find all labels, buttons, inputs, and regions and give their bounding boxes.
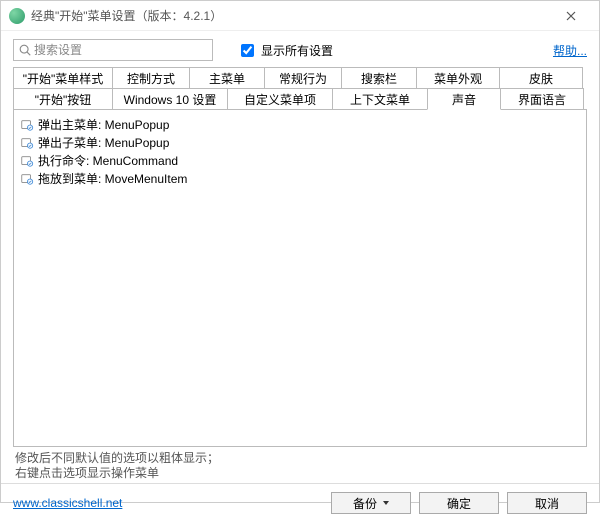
app-icon: [9, 8, 25, 24]
setting-item-label: 拖放到菜单: MoveMenuItem: [38, 171, 187, 187]
footer-line-2: 右键点击选项显示操作菜单: [15, 466, 585, 481]
setting-item[interactable]: 拖放到菜单: MoveMenuItem: [18, 170, 582, 188]
backup-label: 备份: [353, 495, 377, 512]
settings-list: 弹出主菜单: MenuPopup 弹出子菜单: MenuPopup 执行命令: Me…: [13, 109, 587, 447]
tab[interactable]: 搜索栏: [341, 67, 417, 89]
tab[interactable]: "开始"菜单样式: [13, 67, 113, 89]
tab[interactable]: 控制方式: [112, 67, 190, 89]
help-link[interactable]: 帮助...: [553, 42, 587, 59]
chevron-down-icon: [383, 501, 389, 505]
footer-note: 修改后不同默认值的选项以粗体显示； 右键点击选项显示操作菜单: [1, 447, 599, 483]
tab[interactable]: 皮肤: [499, 67, 583, 89]
close-button[interactable]: [551, 2, 591, 30]
sound-setting-icon: [20, 136, 34, 150]
setting-item[interactable]: 执行命令: MenuCommand: [18, 152, 582, 170]
setting-item-label: 弹出子菜单: MenuPopup: [38, 135, 169, 151]
tab[interactable]: 上下文菜单: [332, 88, 428, 110]
tab-row-1: "开始"菜单样式控制方式主菜单常规行为搜索栏菜单外观皮肤: [13, 67, 587, 88]
search-box[interactable]: [13, 39, 213, 61]
sound-setting-icon: [20, 172, 34, 186]
setting-item-label: 弹出主菜单: MenuPopup: [38, 117, 169, 133]
setting-item-label: 执行命令: MenuCommand: [38, 153, 178, 169]
show-all-checkbox[interactable]: 显示所有设置: [237, 41, 333, 60]
tab[interactable]: 界面语言: [500, 88, 584, 110]
backup-button[interactable]: 备份: [331, 492, 411, 514]
window-title: 经典"开始"菜单设置（版本：4.2.1）: [31, 7, 551, 24]
setting-item[interactable]: 弹出主菜单: MenuPopup: [18, 116, 582, 134]
sound-setting-icon: [20, 154, 34, 168]
tab[interactable]: 自定义菜单项: [227, 88, 333, 110]
show-all-input[interactable]: [241, 44, 254, 57]
close-icon: [566, 11, 576, 21]
tab[interactable]: 主菜单: [189, 67, 265, 89]
toolbar: 显示所有设置 帮助...: [1, 31, 599, 67]
tab[interactable]: "开始"按钮: [13, 88, 113, 110]
search-input[interactable]: [32, 42, 208, 58]
tabs: "开始"菜单样式控制方式主菜单常规行为搜索栏菜单外观皮肤 "开始"按钮Windo…: [1, 67, 599, 109]
tab-row-2: "开始"按钮Windows 10 设置自定义菜单项上下文菜单声音界面语言: [13, 88, 587, 109]
show-all-label: 显示所有设置: [261, 42, 333, 59]
ok-button[interactable]: 确定: [419, 492, 499, 514]
titlebar: 经典"开始"菜单设置（版本：4.2.1）: [1, 1, 599, 31]
sound-setting-icon: [20, 118, 34, 132]
tab[interactable]: Windows 10 设置: [112, 88, 228, 110]
setting-item[interactable]: 弹出子菜单: MenuPopup: [18, 134, 582, 152]
website-link[interactable]: www.classicshell.net: [13, 496, 122, 510]
cancel-button[interactable]: 取消: [507, 492, 587, 514]
tab[interactable]: 菜单外观: [416, 67, 500, 89]
footer-line-1: 修改后不同默认值的选项以粗体显示；: [15, 451, 585, 466]
tab[interactable]: 声音: [427, 88, 501, 110]
tab[interactable]: 常规行为: [264, 67, 342, 89]
search-icon: [18, 43, 32, 57]
